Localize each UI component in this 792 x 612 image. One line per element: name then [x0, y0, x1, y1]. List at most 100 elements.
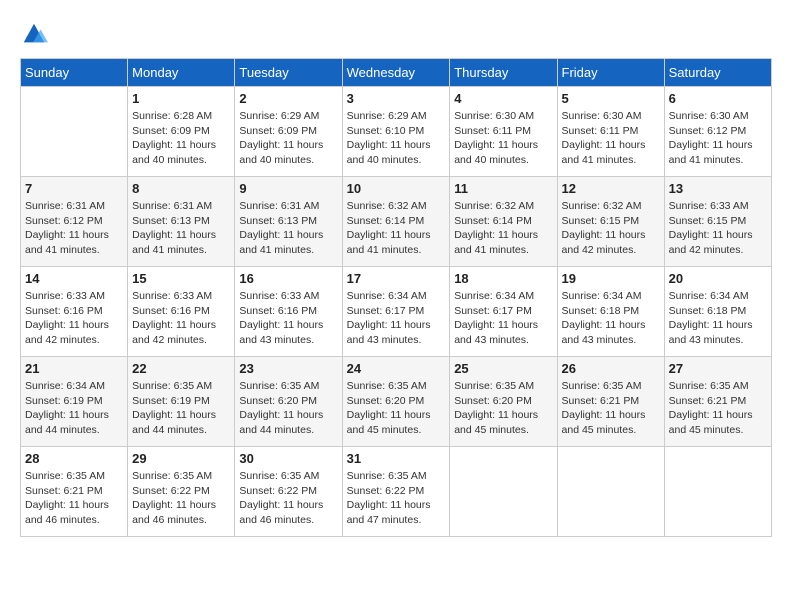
cell-info: Sunrise: 6:29 AMSunset: 6:10 PMDaylight:…: [347, 109, 446, 168]
day-number: 16: [239, 271, 337, 286]
logo-icon: [20, 20, 48, 48]
cell-info: Sunrise: 6:35 AMSunset: 6:19 PMDaylight:…: [132, 379, 230, 438]
day-number: 8: [132, 181, 230, 196]
cell-info: Sunrise: 6:34 AMSunset: 6:17 PMDaylight:…: [347, 289, 446, 348]
day-number: 1: [132, 91, 230, 106]
header-cell-friday: Friday: [557, 59, 664, 87]
cell-info: Sunrise: 6:35 AMSunset: 6:22 PMDaylight:…: [132, 469, 230, 528]
header-cell-thursday: Thursday: [450, 59, 557, 87]
calendar-cell: 19Sunrise: 6:34 AMSunset: 6:18 PMDayligh…: [557, 267, 664, 357]
calendar-cell: 17Sunrise: 6:34 AMSunset: 6:17 PMDayligh…: [342, 267, 450, 357]
week-row-4: 21Sunrise: 6:34 AMSunset: 6:19 PMDayligh…: [21, 357, 772, 447]
calendar-cell: 2 Sunrise: 6:29 AMSunset: 6:09 PMDaylight…: [235, 87, 342, 177]
calendar-cell: 1 Sunrise: 6:28 AMSunset: 6:09 PMDaylight…: [128, 87, 235, 177]
header-cell-wednesday: Wednesday: [342, 59, 450, 87]
day-number: 3: [347, 91, 446, 106]
day-number: 24: [347, 361, 446, 376]
calendar-cell: 15 Sunrise: 6:33 AMSunset: 6:16 PMDayligh…: [128, 267, 235, 357]
day-number: 25: [454, 361, 552, 376]
calendar-cell: 12 Sunrise: 6:32 AMSunset: 6:15 PMDayligh…: [557, 177, 664, 267]
calendar-cell: 6 Sunrise: 6:30 AMSunset: 6:12 PMDaylight…: [664, 87, 771, 177]
day-number: 10: [347, 181, 446, 196]
calendar-cell: 27Sunrise: 6:35 AMSunset: 6:21 PMDayligh…: [664, 357, 771, 447]
day-number: 21: [25, 361, 123, 376]
calendar-cell: 7 Sunrise: 6:31 AMSunset: 6:12 PMDaylight…: [21, 177, 128, 267]
day-number: 18: [454, 271, 552, 286]
cell-info: Sunrise: 6:29 AMSunset: 6:09 PMDaylight:…: [239, 109, 337, 168]
calendar-cell: 3 Sunrise: 6:29 AMSunset: 6:10 PMDaylight…: [342, 87, 450, 177]
logo: [20, 20, 52, 48]
header-row: SundayMondayTuesdayWednesdayThursdayFrid…: [21, 59, 772, 87]
day-number: 27: [669, 361, 767, 376]
header-cell-saturday: Saturday: [664, 59, 771, 87]
day-number: 12: [562, 181, 660, 196]
calendar-cell: 26 Sunrise: 6:35 AMSunset: 6:21 PMDayligh…: [557, 357, 664, 447]
day-number: 13: [669, 181, 767, 196]
day-number: 23: [239, 361, 337, 376]
cell-info: Sunrise: 6:33 AMSunset: 6:16 PMDaylight:…: [239, 289, 337, 348]
cell-info: Sunrise: 6:35 AMSunset: 6:21 PMDaylight:…: [562, 379, 660, 438]
calendar-cell: [450, 447, 557, 537]
cell-info: Sunrise: 6:28 AMSunset: 6:09 PMDaylight:…: [132, 109, 230, 168]
cell-info: Sunrise: 6:34 AMSunset: 6:17 PMDaylight:…: [454, 289, 552, 348]
calendar-cell: 23 Sunrise: 6:35 AMSunset: 6:20 PMDayligh…: [235, 357, 342, 447]
cell-info: Sunrise: 6:32 AMSunset: 6:14 PMDaylight:…: [347, 199, 446, 258]
calendar-cell: 9 Sunrise: 6:31 AMSunset: 6:13 PMDaylight…: [235, 177, 342, 267]
day-number: 31: [347, 451, 446, 466]
header-cell-monday: Monday: [128, 59, 235, 87]
calendar-cell: 14 Sunrise: 6:33 AMSunset: 6:16 PMDayligh…: [21, 267, 128, 357]
calendar-cell: 11 Sunrise: 6:32 AMSunset: 6:14 PMDayligh…: [450, 177, 557, 267]
header-cell-tuesday: Tuesday: [235, 59, 342, 87]
cell-info: Sunrise: 6:35 AMSunset: 6:21 PMDaylight:…: [25, 469, 123, 528]
calendar-cell: [557, 447, 664, 537]
calendar-cell: 29 Sunrise: 6:35 AMSunset: 6:22 PMDayligh…: [128, 447, 235, 537]
calendar-cell: [664, 447, 771, 537]
calendar-cell: 24 Sunrise: 6:35 AMSunset: 6:20 PMDayligh…: [342, 357, 450, 447]
day-number: 9: [239, 181, 337, 196]
week-row-3: 14 Sunrise: 6:33 AMSunset: 6:16 PMDayligh…: [21, 267, 772, 357]
day-number: 11: [454, 181, 552, 196]
day-number: 2: [239, 91, 337, 106]
day-number: 20: [669, 271, 767, 286]
cell-info: Sunrise: 6:30 AMSunset: 6:11 PMDaylight:…: [562, 109, 660, 168]
cell-info: Sunrise: 6:30 AMSunset: 6:11 PMDaylight:…: [454, 109, 552, 168]
calendar-cell: 4 Sunrise: 6:30 AMSunset: 6:11 PMDaylight…: [450, 87, 557, 177]
cell-info: Sunrise: 6:35 AMSunset: 6:20 PMDaylight:…: [347, 379, 446, 438]
day-number: 28: [25, 451, 123, 466]
calendar-cell: 28 Sunrise: 6:35 AMSunset: 6:21 PMDayligh…: [21, 447, 128, 537]
calendar-cell: 18 Sunrise: 6:34 AMSunset: 6:17 PMDayligh…: [450, 267, 557, 357]
calendar-header: SundayMondayTuesdayWednesdayThursdayFrid…: [21, 59, 772, 87]
day-number: 22: [132, 361, 230, 376]
calendar-table: SundayMondayTuesdayWednesdayThursdayFrid…: [20, 58, 772, 537]
cell-info: Sunrise: 6:31 AMSunset: 6:12 PMDaylight:…: [25, 199, 123, 258]
day-number: 26: [562, 361, 660, 376]
week-row-2: 7 Sunrise: 6:31 AMSunset: 6:12 PMDaylight…: [21, 177, 772, 267]
day-number: 6: [669, 91, 767, 106]
cell-info: Sunrise: 6:31 AMSunset: 6:13 PMDaylight:…: [132, 199, 230, 258]
calendar-cell: 13Sunrise: 6:33 AMSunset: 6:15 PMDayligh…: [664, 177, 771, 267]
cell-info: Sunrise: 6:34 AMSunset: 6:18 PMDaylight:…: [562, 289, 660, 348]
cell-info: Sunrise: 6:33 AMSunset: 6:16 PMDaylight:…: [132, 289, 230, 348]
cell-info: Sunrise: 6:30 AMSunset: 6:12 PMDaylight:…: [669, 109, 767, 168]
header-cell-sunday: Sunday: [21, 59, 128, 87]
calendar-cell: 31Sunrise: 6:35 AMSunset: 6:22 PMDayligh…: [342, 447, 450, 537]
calendar-cell: 5 Sunrise: 6:30 AMSunset: 6:11 PMDaylight…: [557, 87, 664, 177]
week-row-1: 1 Sunrise: 6:28 AMSunset: 6:09 PMDaylight…: [21, 87, 772, 177]
cell-info: Sunrise: 6:34 AMSunset: 6:18 PMDaylight:…: [669, 289, 767, 348]
calendar-cell: 10 Sunrise: 6:32 AMSunset: 6:14 PMDayligh…: [342, 177, 450, 267]
day-number: 29: [132, 451, 230, 466]
cell-info: Sunrise: 6:32 AMSunset: 6:14 PMDaylight:…: [454, 199, 552, 258]
cell-info: Sunrise: 6:33 AMSunset: 6:16 PMDaylight:…: [25, 289, 123, 348]
cell-info: Sunrise: 6:35 AMSunset: 6:22 PMDaylight:…: [239, 469, 337, 528]
day-number: 5: [562, 91, 660, 106]
day-number: 14: [25, 271, 123, 286]
day-number: 4: [454, 91, 552, 106]
calendar-cell: 22 Sunrise: 6:35 AMSunset: 6:19 PMDayligh…: [128, 357, 235, 447]
cell-info: Sunrise: 6:31 AMSunset: 6:13 PMDaylight:…: [239, 199, 337, 258]
cell-info: Sunrise: 6:32 AMSunset: 6:15 PMDaylight:…: [562, 199, 660, 258]
day-number: 7: [25, 181, 123, 196]
day-number: 15: [132, 271, 230, 286]
cell-info: Sunrise: 6:35 AMSunset: 6:20 PMDaylight:…: [454, 379, 552, 438]
cell-info: Sunrise: 6:35 AMSunset: 6:20 PMDaylight:…: [239, 379, 337, 438]
calendar-cell: 20 Sunrise: 6:34 AMSunset: 6:18 PMDayligh…: [664, 267, 771, 357]
